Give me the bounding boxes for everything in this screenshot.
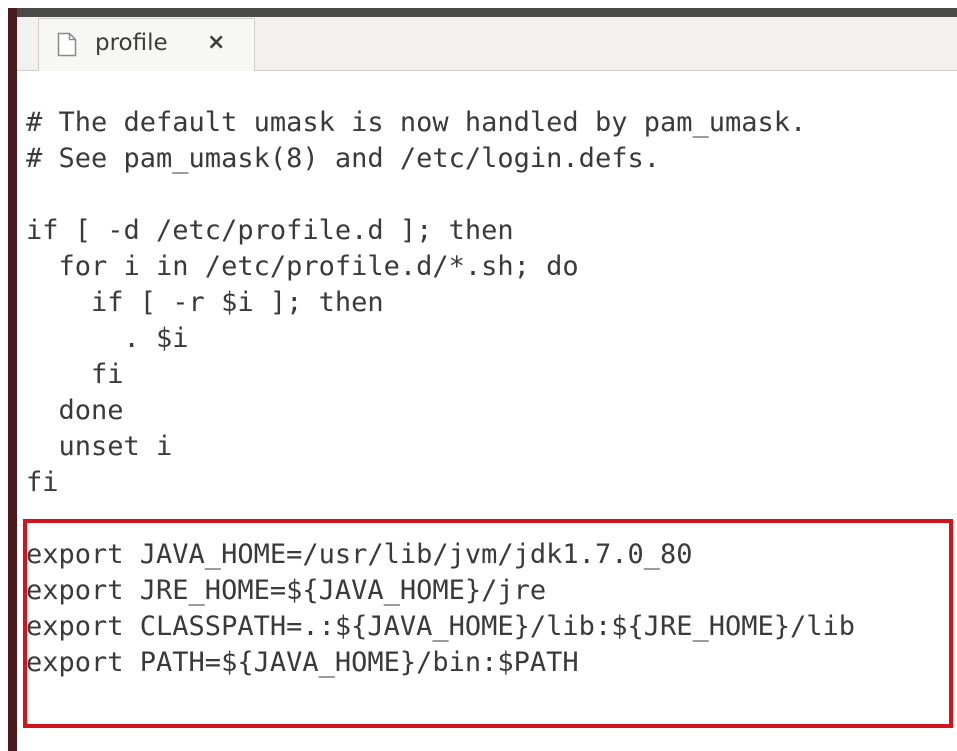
code-line: if [ -r $i ]; then (26, 287, 384, 318)
code-line: fi (26, 359, 124, 390)
document-icon (57, 32, 77, 61)
tab-profile[interactable]: profile × (38, 18, 255, 71)
code-line: # See pam_umask(8) and /etc/login.defs. (26, 143, 660, 174)
code-line: for i in /etc/profile.d/*.sh; do (26, 251, 579, 282)
close-icon[interactable]: × (207, 30, 225, 55)
highlight-box (23, 519, 953, 728)
window-top-border (8, 8, 957, 17)
code-line: fi (26, 467, 59, 498)
window-left-border (8, 8, 17, 751)
code-line: unset i (26, 431, 173, 462)
code-line: done (26, 395, 124, 426)
code-line: # The default umask is now handled by pa… (26, 107, 807, 138)
tab-label: profile (95, 30, 168, 56)
tab-strip: profile × (17, 17, 957, 71)
code-line: if [ -d /etc/profile.d ]; then (26, 215, 514, 246)
code-line: . $i (26, 323, 189, 354)
